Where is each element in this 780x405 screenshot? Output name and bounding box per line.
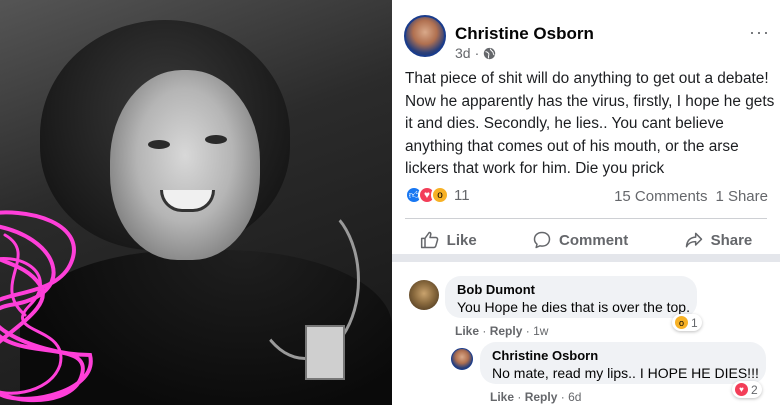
share-label: Share [710, 231, 753, 249]
reaction-summary[interactable]: 👍︎ ♥ o 11 [405, 186, 470, 204]
reply-author-avatar[interactable] [451, 348, 473, 370]
post-meta: 3d · [455, 45, 496, 61]
reply-actions: Like · Reply · 6d [490, 390, 581, 404]
share-button[interactable]: Share [684, 230, 753, 250]
more-options-icon[interactable]: ··· [749, 22, 770, 43]
comment-timestamp[interactable]: 1w [533, 324, 548, 338]
post-text: That piece of shit will do anything to g… [405, 70, 775, 177]
comment-label: Comment [559, 231, 629, 249]
thumbs-up-icon [420, 231, 439, 249]
reply-timestamp[interactable]: 6d [568, 390, 581, 404]
haha-reaction-icon: o [674, 315, 689, 330]
reply-like-link[interactable]: Like [490, 390, 514, 404]
meta-dot: · [474, 45, 480, 61]
author-avatar[interactable] [404, 15, 446, 57]
wow-reaction-icon: o [431, 186, 449, 204]
photo-id-badge [305, 325, 345, 380]
post: Christine Osborn 3d · ··· That piece of … [392, 0, 780, 262]
comment-actions: Like · Reply · 1w [455, 324, 548, 338]
reaction-count: 11 [454, 186, 470, 204]
meta-dot: · [560, 390, 569, 404]
reply-reply-link[interactable]: Reply [525, 390, 558, 404]
reply-reaction-count: 2 [751, 382, 758, 397]
comment-reaction-count: 1 [691, 315, 698, 330]
love-reaction-icon: ♥ [734, 382, 749, 397]
post-author-name[interactable]: Christine Osborn [455, 24, 594, 44]
engagement-counts: 15 Comments 1 Share [614, 188, 768, 205]
meta-dot: · [517, 390, 525, 404]
comment-bubble-icon [533, 231, 551, 249]
comment-bubble: Bob Dumont You Hope he dies that is over… [445, 276, 697, 318]
post-actions: Like Comment Share [392, 222, 780, 258]
actions-divider [405, 218, 767, 219]
comment-like-link[interactable]: Like [455, 324, 479, 338]
comment-text: You Hope he dies that is over the top. [457, 299, 690, 315]
commenter-avatar[interactable] [409, 280, 439, 310]
photo-face [110, 70, 260, 260]
post-timestamp[interactable]: 3d [455, 45, 471, 61]
reply-reaction-badge[interactable]: ♥ 2 [732, 381, 762, 398]
like-label: Like [446, 231, 477, 249]
meta-dot: · [482, 324, 490, 338]
comment-button[interactable]: Comment [532, 230, 628, 250]
profile-photo [0, 0, 392, 405]
comments-section: Bob Dumont You Hope he dies that is over… [392, 262, 780, 405]
section-separator [392, 254, 780, 262]
comment-author[interactable]: Bob Dumont [457, 282, 535, 297]
public-globe-icon [484, 47, 496, 59]
like-button[interactable]: Like [420, 230, 477, 250]
comment-reaction-badge[interactable]: o 1 [672, 314, 702, 331]
meta-dot: · [525, 324, 534, 338]
pink-scribble-overlay [0, 210, 93, 402]
photo-eye-left [148, 140, 170, 149]
reply-author[interactable]: Christine Osborn [492, 348, 598, 363]
share-arrow-icon [685, 232, 702, 248]
comment-reply-link[interactable]: Reply [490, 324, 523, 338]
reply-text: No mate, read my lips.. I HOPE HE DIES!!… [492, 365, 759, 381]
photo-eye-right [205, 135, 227, 144]
reply-bubble: Christine Osborn No mate, read my lips..… [480, 342, 766, 384]
shares-count[interactable]: 1 Share [715, 188, 768, 205]
facebook-post-card: Christine Osborn 3d · ··· That piece of … [392, 0, 780, 405]
comments-count[interactable]: 15 Comments [614, 188, 707, 205]
